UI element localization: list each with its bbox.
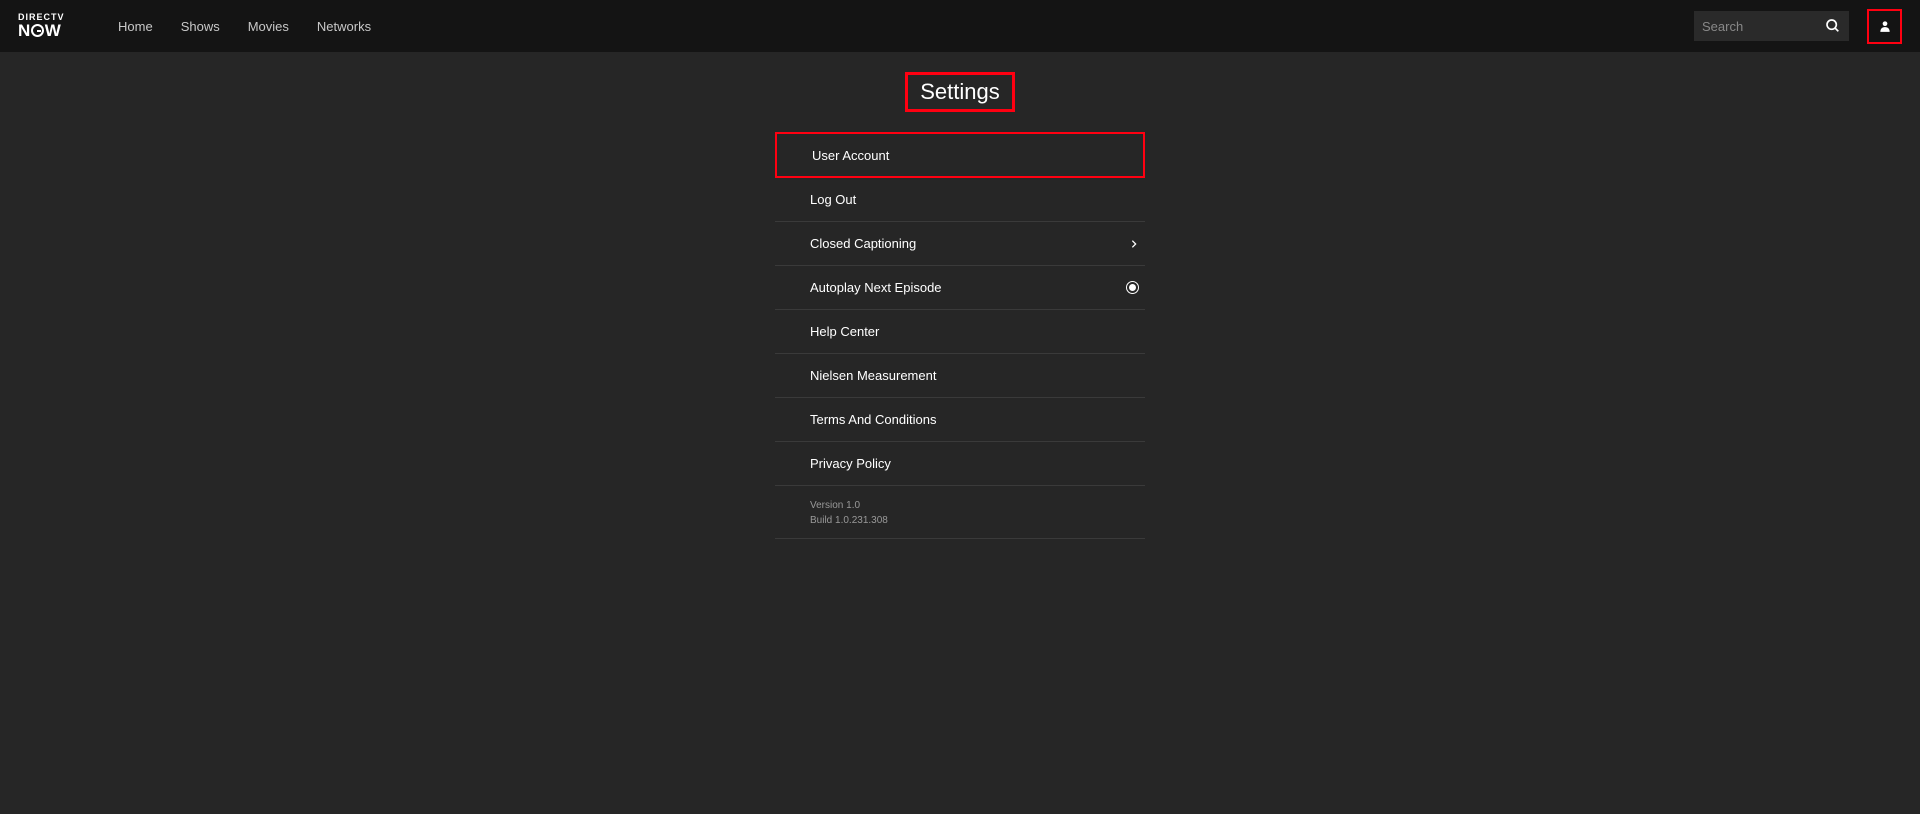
settings-item-terms-and-conditions[interactable]: Terms And Conditions: [775, 398, 1145, 442]
settings-item-label: Privacy Policy: [810, 456, 891, 471]
settings-item-label: Terms And Conditions: [810, 412, 936, 427]
settings-item-help-center[interactable]: Help Center: [775, 310, 1145, 354]
settings-item-label: Help Center: [810, 324, 879, 339]
nav-shows[interactable]: Shows: [181, 19, 220, 34]
logo-line2: N W: [18, 22, 98, 39]
nav-home[interactable]: Home: [118, 19, 153, 34]
settings-item-label: Closed Captioning: [810, 236, 916, 251]
person-icon: [1878, 19, 1892, 33]
clock-icon: [31, 24, 44, 37]
page-title-box: Settings: [905, 72, 1015, 112]
settings-item-log-out[interactable]: Log Out: [775, 178, 1145, 222]
page-title: Settings: [920, 79, 1000, 105]
settings-item-label: Autoplay Next Episode: [810, 280, 942, 295]
settings-item-user-account[interactable]: User Account: [775, 132, 1145, 178]
radio-on-icon[interactable]: [1126, 281, 1139, 294]
main: Settings User Account Log Out Closed Cap…: [0, 52, 1920, 539]
settings-item-autoplay-next-episode[interactable]: Autoplay Next Episode: [775, 266, 1145, 310]
search-box[interactable]: [1694, 11, 1849, 41]
version-label: Version 1.0: [810, 498, 1145, 513]
settings-item-label: User Account: [812, 148, 889, 163]
nav-networks[interactable]: Networks: [317, 19, 371, 34]
version-info: Version 1.0 Build 1.0.231.308: [775, 486, 1145, 539]
settings-item-nielsen-measurement[interactable]: Nielsen Measurement: [775, 354, 1145, 398]
settings-item-privacy-policy[interactable]: Privacy Policy: [775, 442, 1145, 486]
settings-item-label: Nielsen Measurement: [810, 368, 936, 383]
profile-button[interactable]: [1867, 9, 1902, 44]
build-label: Build 1.0.231.308: [810, 513, 1145, 528]
settings-list: User Account Log Out Closed Captioning A…: [775, 132, 1145, 539]
logo[interactable]: DIRECTV N W: [18, 13, 98, 39]
nav: Home Shows Movies Networks: [118, 19, 371, 34]
search-input[interactable]: [1702, 19, 1825, 34]
settings-item-label: Log Out: [810, 192, 856, 207]
header-right: [1694, 9, 1902, 44]
header: DIRECTV N W Home Shows Movies Networks: [0, 0, 1920, 52]
chevron-right-icon: [1129, 239, 1139, 249]
settings-item-closed-captioning[interactable]: Closed Captioning: [775, 222, 1145, 266]
nav-movies[interactable]: Movies: [248, 19, 289, 34]
search-icon[interactable]: [1825, 18, 1841, 34]
